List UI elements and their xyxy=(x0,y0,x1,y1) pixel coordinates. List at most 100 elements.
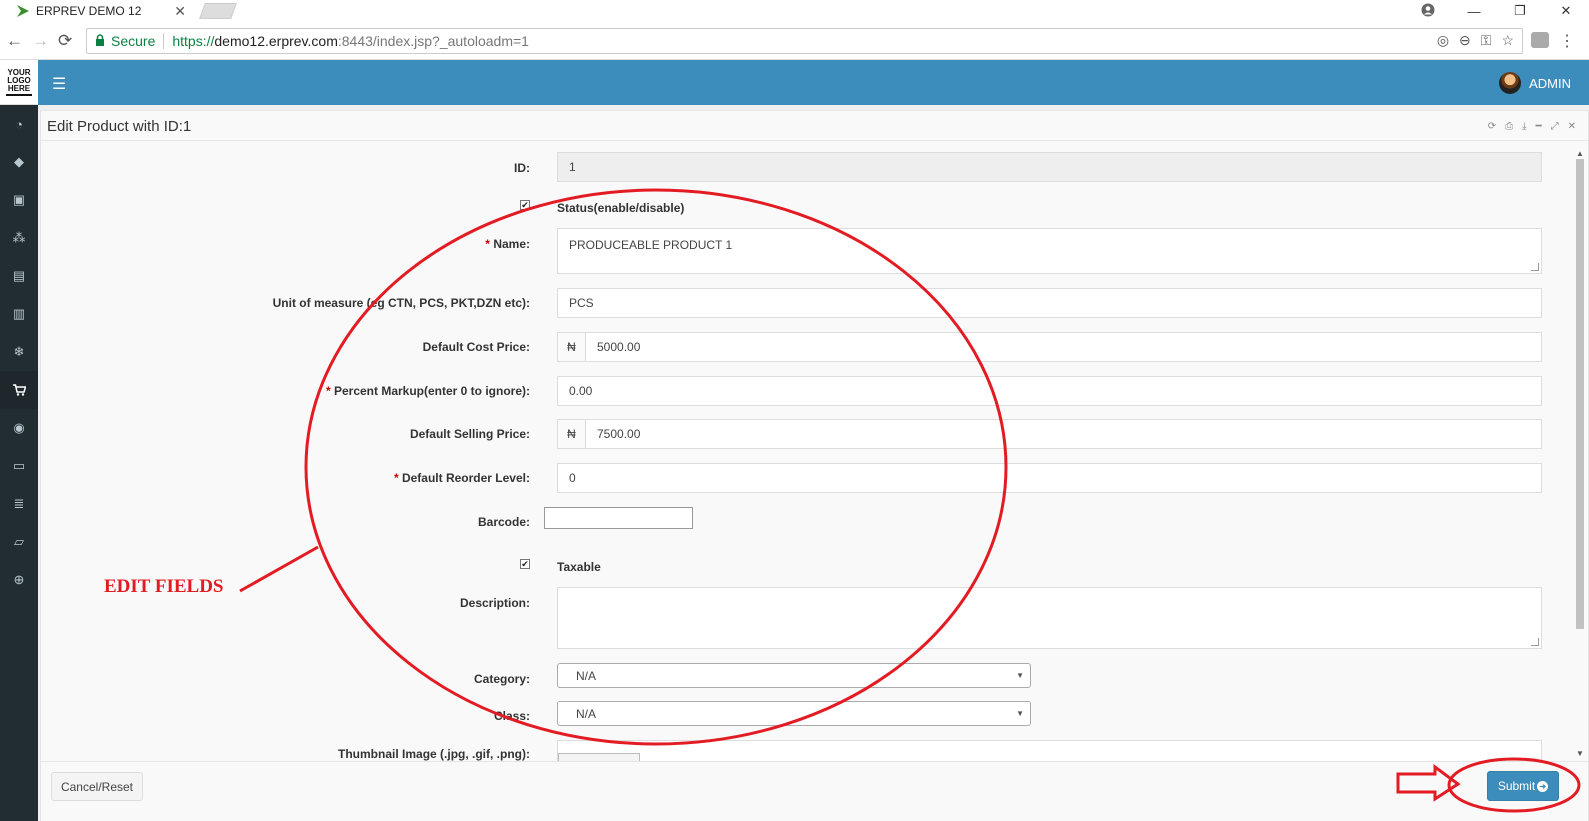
money-icon[interactable]: ▣ xyxy=(0,181,38,219)
minimize-icon[interactable]: ━ xyxy=(1536,121,1542,132)
barcode-input[interactable] xyxy=(544,507,693,529)
url-host: demo12.erprev.com xyxy=(214,33,338,49)
arrow-circle-right-icon: ➜ xyxy=(1537,780,1549,792)
extension-icon[interactable] xyxy=(1531,32,1549,48)
sidebar: ◔ ◆ ▣ ⁂ ▤ ▥ ❄ ◉ ▭ ≣ ▱ ⊕ xyxy=(0,105,38,821)
uom-label: Unit of measure (eg CTN, PCS, PKT,DZN et… xyxy=(272,296,530,310)
account-icon[interactable] xyxy=(1405,3,1451,20)
snowflake-icon[interactable]: ❄ xyxy=(0,333,38,371)
download-icon[interactable]: ⤓ xyxy=(1522,121,1526,132)
barcode-label: Barcode: xyxy=(477,515,530,529)
refresh-icon[interactable]: ⟳ xyxy=(1488,121,1496,132)
uom-input[interactable]: PCS xyxy=(557,288,1542,318)
panel-header: Edit Product with ID:1 ⟳ ⎙ ⤓ ━ ⤢ ✕ xyxy=(41,111,1588,141)
submit-button[interactable]: Submit ➜ xyxy=(1487,771,1559,801)
name-input[interactable]: PRODUCEABLE PRODUCT 1 xyxy=(557,228,1542,274)
close-icon[interactable]: ✕ xyxy=(1568,121,1576,132)
category-label: Category: xyxy=(473,672,530,686)
name-label: * Name: xyxy=(485,237,530,251)
cost-price-label: Default Cost Price: xyxy=(422,340,530,354)
panel-footer: Cancel/Reset Submit ➜ xyxy=(41,761,1588,821)
dashboard-icon[interactable]: ◔ xyxy=(0,105,38,143)
address-bar: ← → ⟳ Secure https:// demo12.erprev.com … xyxy=(0,22,1589,60)
print-icon[interactable]: ⎙ xyxy=(1505,121,1513,132)
trash-icon[interactable]: ▥ xyxy=(0,295,38,333)
form-scrollbar[interactable]: ▲ ▼ xyxy=(1574,149,1586,761)
cubes-icon[interactable]: ⁂ xyxy=(0,219,38,257)
key-icon[interactable]: ⚿ xyxy=(1481,32,1492,49)
life-ring-icon[interactable]: ⊕ xyxy=(0,561,38,599)
taxable-label: Taxable xyxy=(557,560,601,574)
id-label: ID: xyxy=(514,161,530,175)
building-icon[interactable]: ▤ xyxy=(0,257,38,295)
thumbnail-label: Thumbnail Image (.jpg, .gif, .png): xyxy=(338,747,530,761)
browser-tab[interactable]: ERPREV DEMO 12 ✕ xyxy=(4,0,194,22)
desktop-icon[interactable]: ▭ xyxy=(0,447,38,485)
taxable-checkbox[interactable]: ✔ xyxy=(520,559,530,569)
chevron-down-icon: ▼ xyxy=(1016,671,1024,680)
browser-tab-bar: ERPREV DEMO 12 ✕ — ❐ ✕ xyxy=(0,0,1589,22)
secure-label: Secure xyxy=(111,33,156,49)
description-label: Description: xyxy=(459,596,530,610)
url-scheme: https:// xyxy=(172,33,215,49)
selling-price-label: Default Selling Price: xyxy=(409,427,530,441)
resize-grip[interactable] xyxy=(1531,638,1539,646)
bookmark-star-icon[interactable]: ☆ xyxy=(1501,32,1514,49)
company-logo[interactable]: YOUR LOGO HERE xyxy=(0,60,38,105)
top-navbar: ☰ ADMIN xyxy=(38,60,1589,105)
reorder-input[interactable]: 0 xyxy=(557,463,1542,493)
status-checkbox[interactable]: ✔ xyxy=(520,200,530,210)
url-path: :8443/index.jsp?_autoloadm=1 xyxy=(337,33,529,49)
avatar xyxy=(1499,72,1522,94)
cost-price-input[interactable]: ₦ 5000.00 xyxy=(557,332,1542,362)
browser-menu-icon[interactable]: ⋮ xyxy=(1559,31,1575,51)
selling-price-input[interactable]: ₦ 7500.00 xyxy=(557,419,1542,449)
tab-close-icon[interactable]: ✕ xyxy=(174,3,186,20)
tag-icon[interactable]: ◆ xyxy=(0,143,38,181)
expand-icon[interactable]: ⤢ xyxy=(1551,121,1559,132)
cart-icon[interactable] xyxy=(0,371,38,409)
scroll-down-icon[interactable]: ▼ xyxy=(1576,749,1584,758)
erprev-logo-icon xyxy=(16,4,30,18)
location-icon[interactable]: ◎ xyxy=(1437,32,1449,49)
reorder-label: * Default Reorder Level: xyxy=(393,471,530,485)
class-select[interactable]: N/A ▼ xyxy=(557,701,1031,726)
close-window-button[interactable]: ✕ xyxy=(1543,3,1589,19)
reload-icon[interactable]: ⟳ xyxy=(58,31,72,51)
edit-fields-annotation: EDIT FIELDS xyxy=(104,576,224,597)
scroll-thumb[interactable] xyxy=(1576,159,1584,629)
zoom-icon[interactable]: ⊖ xyxy=(1459,32,1471,49)
currency-addon: ₦ xyxy=(558,420,586,448)
user-name: ADMIN xyxy=(1529,75,1571,91)
edit-product-panel: Edit Product with ID:1 ⟳ ⎙ ⤓ ━ ⤢ ✕ ID: 1… xyxy=(40,110,1589,821)
currency-addon: ₦ xyxy=(558,333,586,361)
scroll-up-icon[interactable]: ▲ xyxy=(1576,149,1584,158)
hamburger-menu-icon[interactable]: ☰ xyxy=(52,74,66,94)
status-label: Status(enable/disable) xyxy=(557,201,685,215)
markup-label: * Percent Markup(enter 0 to ignore): xyxy=(325,384,530,398)
choose-file-button[interactable] xyxy=(558,753,640,761)
class-label: Class: xyxy=(493,709,530,723)
panel-tools: ⟳ ⎙ ⤓ ━ ⤢ ✕ xyxy=(1488,121,1576,132)
chevron-down-icon: ▼ xyxy=(1016,709,1024,718)
forward-arrow-icon[interactable]: → xyxy=(32,31,49,51)
url-input[interactable]: Secure https:// demo12.erprev.com :8443/… xyxy=(86,28,1523,54)
restore-button[interactable]: ❐ xyxy=(1497,3,1543,19)
description-input[interactable] xyxy=(557,587,1542,649)
page-title: Edit Product with ID:1 xyxy=(47,118,192,135)
book-icon[interactable]: ▱ xyxy=(0,523,38,561)
user-menu[interactable]: ADMIN xyxy=(1499,72,1571,94)
tab-title: ERPREV DEMO 12 xyxy=(36,4,142,18)
category-select[interactable]: N/A ▼ xyxy=(557,663,1031,688)
lock-icon xyxy=(95,33,105,49)
window-controls: — ❐ ✕ xyxy=(1405,0,1589,22)
resize-grip[interactable] xyxy=(1531,263,1539,271)
back-arrow-icon[interactable]: ← xyxy=(6,31,23,51)
spotify-icon[interactable]: ◉ xyxy=(0,409,38,447)
minimize-button[interactable]: — xyxy=(1451,4,1497,19)
id-field: 1 xyxy=(557,152,1542,182)
cancel-reset-button[interactable]: Cancel/Reset xyxy=(51,772,143,801)
database-icon[interactable]: ≣ xyxy=(0,485,38,523)
markup-input[interactable]: 0.00 xyxy=(557,376,1542,406)
new-tab-button[interactable] xyxy=(199,3,237,19)
